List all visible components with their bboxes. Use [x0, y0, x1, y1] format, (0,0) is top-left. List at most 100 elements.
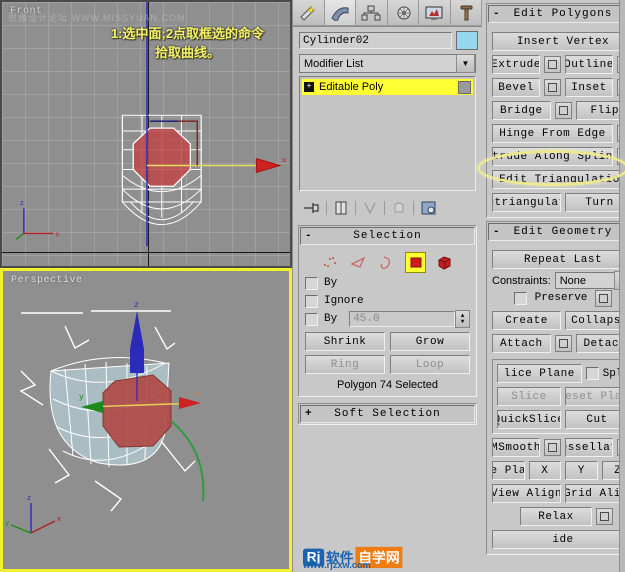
relax-button[interactable]: Relax — [520, 507, 592, 526]
edge-icon[interactable] — [349, 253, 368, 272]
flip-button[interactable]: Flip — [575, 101, 625, 120]
msmooth-tessellate-row: MSmooth essellat — [492, 438, 625, 457]
configure-modifier-sets-icon[interactable] — [419, 200, 439, 216]
make-planar-y-button[interactable]: Y — [565, 461, 598, 480]
by-angle-row[interactable]: By 45.0 ▲ ▼ — [305, 310, 470, 328]
command-panel-scrollbar[interactable] — [619, 0, 625, 572]
extrude-button[interactable]: Extrude — [492, 55, 540, 74]
edit-polygons-header[interactable]: - Edit Polygons — [488, 5, 625, 23]
ignore-backfacing-row[interactable]: Ignore — [305, 292, 470, 310]
create-collapse-row: Create Collapse — [492, 311, 625, 330]
make-planar-button[interactable]: Make Planar — [492, 461, 525, 480]
preserve-settings-icon[interactable] — [595, 289, 613, 307]
constraints-value: None — [559, 274, 586, 287]
shrink-button[interactable]: Shrink — [305, 332, 385, 351]
insert-vertex-button[interactable]: Insert Vertex — [492, 32, 625, 51]
pin-stack-icon[interactable] — [301, 200, 321, 216]
make-planar-x-button[interactable]: X — [528, 461, 561, 480]
bridge-button[interactable]: Bridge — [492, 101, 551, 120]
constraints-dropdown[interactable]: None ▼ — [554, 271, 625, 290]
reset-plane-button[interactable]: eset Plan — [565, 387, 625, 406]
watermark-url: www.rjzxw.com — [303, 560, 371, 571]
by-angle-label: By — [324, 313, 338, 325]
create-tab[interactable] — [293, 0, 325, 26]
cut-button[interactable]: Cut — [565, 410, 625, 429]
selection-rollout-header[interactable]: - Selection — [300, 227, 475, 245]
hinge-from-edge-button[interactable]: Hinge From Edge — [492, 124, 613, 143]
msmooth-button[interactable]: MSmooth — [492, 438, 540, 457]
element-icon[interactable] — [435, 253, 454, 272]
make-unique-icon[interactable] — [361, 200, 379, 216]
expand-icon[interactable]: + — [304, 82, 314, 92]
ignore-backfacing-checkbox[interactable] — [305, 294, 318, 308]
viewport-perspective[interactable]: z x y z x y Perspective — [0, 268, 292, 572]
turn-button[interactable]: Turn — [565, 193, 625, 212]
bevel-button[interactable]: Bevel — [492, 78, 540, 97]
create-button[interactable]: Create — [492, 311, 561, 330]
tessellate-button[interactable]: essellat — [565, 438, 613, 457]
by-angle-value[interactable]: 45.0 — [349, 311, 455, 327]
by-vertex-row[interactable]: By — [305, 274, 470, 292]
extrude-along-spline-button[interactable]: xtrude Along Spline — [492, 147, 613, 166]
soft-selection-rollout-header[interactable]: + Soft Selection — [300, 405, 475, 423]
quickslice-button[interactable]: QuickSlice — [497, 410, 561, 429]
modifier-stack-item-editable-poly[interactable]: + Editable Poly — [302, 79, 473, 95]
rollout-collapse-sign: - — [493, 8, 501, 20]
slice-button[interactable]: Slice — [497, 387, 561, 406]
outline-button[interactable]: Outline — [565, 55, 613, 74]
attach-detach-row: Attach Detach — [492, 334, 625, 353]
utilities-tab[interactable] — [450, 0, 482, 26]
chevron-down-icon[interactable]: ▼ — [456, 54, 475, 73]
object-color-swatch[interactable] — [456, 31, 478, 50]
hide-selected-button[interactable]: ide — [492, 530, 625, 549]
modifier-stack[interactable]: + Editable Poly — [299, 76, 476, 191]
remove-modifier-icon[interactable] — [390, 200, 408, 216]
modify-tab[interactable] — [324, 0, 356, 26]
slice-plane-row: lice Plane Spli — [497, 364, 625, 383]
hierarchy-tab[interactable] — [356, 0, 388, 26]
bridge-flip-row: Bridge Flip — [492, 101, 625, 120]
selection-rollout-body: By Ignore By 45.0 ▲ ▼ Shrink Grow Ring L… — [299, 246, 476, 396]
ring-button[interactable]: Ring — [305, 355, 385, 374]
retriangulate-button[interactable]: etriangulat — [492, 193, 561, 212]
spinner-arrows-icon[interactable]: ▲ ▼ — [455, 310, 470, 328]
display-tab[interactable] — [419, 0, 451, 26]
relax-settings-icon[interactable] — [596, 508, 613, 525]
grid-align-button[interactable]: Grid Align — [565, 484, 625, 503]
attach-button[interactable]: Attach — [492, 334, 551, 353]
border-icon[interactable] — [377, 253, 396, 272]
by-vertex-checkbox[interactable] — [305, 276, 318, 290]
by-angle-spinner[interactable]: 45.0 ▲ ▼ — [349, 310, 470, 328]
vertex-icon[interactable] — [321, 253, 340, 272]
object-name-field[interactable]: Cylinder02 — [299, 32, 452, 49]
viewport-front[interactable]: x z x Front 思缘设计论坛 WWW.MISSYUAN.COM 1:选中… — [0, 0, 292, 268]
edit-geometry-header[interactable]: - Edit Geometry — [488, 223, 625, 241]
inset-button[interactable]: Inset — [565, 78, 613, 97]
modifier-toggle-icon[interactable] — [458, 80, 471, 94]
by-angle-checkbox[interactable] — [305, 312, 318, 326]
grow-button[interactable]: Grow — [390, 332, 470, 351]
by-vertex-label: By — [324, 277, 338, 289]
show-end-result-icon[interactable] — [332, 200, 350, 216]
extrude-along-spline-row: xtrude Along Spline — [492, 147, 625, 166]
bridge-settings-icon[interactable] — [554, 102, 572, 119]
motion-tab[interactable] — [387, 0, 419, 26]
slice-plane-button[interactable]: lice Plane — [497, 364, 582, 383]
repeat-last-button[interactable]: Repeat Last — [492, 250, 625, 269]
attach-settings-icon[interactable] — [554, 335, 572, 352]
extrude-settings-icon[interactable] — [544, 56, 561, 73]
align-row: View Align Grid Align — [492, 484, 625, 503]
detach-button[interactable]: Detach — [575, 334, 625, 353]
view-align-button[interactable]: View Align — [492, 484, 561, 503]
msmooth-settings-icon[interactable] — [544, 439, 561, 456]
split-checkbox[interactable] — [585, 367, 599, 380]
collapse-button[interactable]: Collapse — [565, 311, 625, 330]
polygon-icon[interactable] — [405, 251, 426, 273]
modifier-list-dropdown[interactable]: Modifier List ▼ — [299, 54, 476, 73]
preserve-uvs-checkbox[interactable] — [513, 291, 527, 305]
bevel-settings-icon[interactable] — [544, 79, 561, 96]
edit-triangulation-button[interactable]: Edit Triangulation — [492, 170, 625, 189]
loop-button[interactable]: Loop — [390, 355, 470, 374]
svg-text:y: y — [79, 393, 84, 402]
annotation-line-1: 1:选中面;2点取框选的命令 — [110, 26, 265, 41]
